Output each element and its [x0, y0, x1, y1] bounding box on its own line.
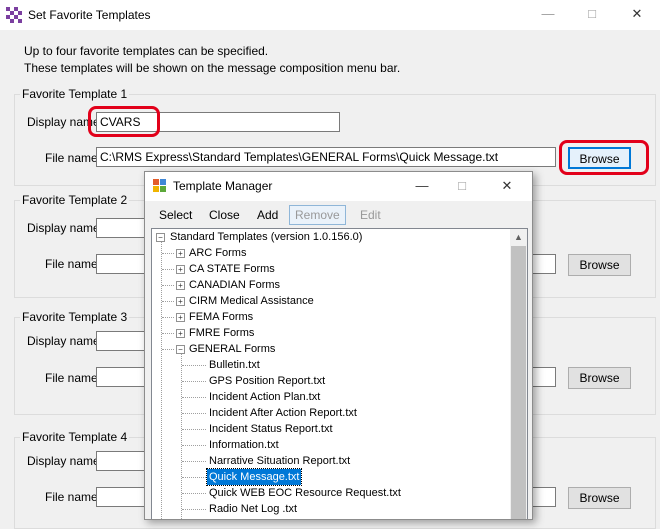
maximize-icon[interactable]: □	[577, 4, 607, 24]
display-name-label: Display name:	[27, 221, 104, 235]
tree-file[interactable]: Information.txt	[209, 437, 279, 453]
tm-close-icon[interactable]: ✕	[492, 176, 522, 196]
file-name-label: File name:	[45, 151, 102, 165]
browse-button-4[interactable]: Browse	[568, 487, 631, 509]
intro-text-1: Up to four favorite templates can be spe…	[24, 44, 269, 58]
tree-guide	[162, 269, 174, 270]
group-title-3: Favorite Template 3	[20, 310, 130, 324]
tree-folder[interactable]: CIRM Medical Assistance	[189, 293, 314, 309]
template-manager-icon	[153, 179, 167, 193]
file-name-field-1[interactable]: C:\RMS Express\Standard Templates\GENERA…	[96, 147, 556, 167]
tree-folder[interactable]: CANADIAN Forms	[189, 277, 280, 293]
menu-close[interactable]: Close	[204, 206, 245, 224]
tree-file[interactable]: Radio Net Log .txt	[209, 501, 297, 517]
scroll-up-icon[interactable]: ▲	[510, 229, 527, 246]
group-title-2: Favorite Template 2	[20, 193, 130, 207]
tree-guide	[161, 239, 162, 519]
tree-guide	[182, 381, 206, 382]
tree-folder[interactable]: FMRE Forms	[189, 325, 254, 341]
tree-file[interactable]: Narrative Situation Report.txt	[209, 453, 350, 469]
group-title-4: Favorite Template 4	[20, 430, 130, 444]
close-icon[interactable]: ✕	[622, 4, 652, 24]
tree-guide	[162, 317, 174, 318]
expand-icon[interactable]: +	[176, 281, 185, 290]
display-name-label: Display name:	[27, 334, 104, 348]
template-manager-window: Template Manager — □ ✕ Select Close Add …	[144, 171, 533, 520]
expand-icon[interactable]: +	[176, 265, 185, 274]
expand-icon[interactable]: +	[176, 297, 185, 306]
tree-file[interactable]: GPS Position Report.txt	[209, 373, 325, 389]
tree-guide	[162, 285, 174, 286]
tree-file[interactable]: Incident Action Plan.txt	[209, 389, 320, 405]
window-title: Set Favorite Templates	[28, 8, 151, 22]
tree-guide	[162, 333, 174, 334]
app-icon	[6, 7, 22, 23]
tree-root[interactable]: Standard Templates (version 1.0.156.0)	[170, 229, 362, 245]
tree-folder[interactable]: ARC Forms	[189, 245, 246, 261]
tree-guide	[182, 477, 206, 478]
intro-text-2: These templates will be shown on the mes…	[24, 61, 401, 75]
tree-guide	[162, 349, 174, 350]
tree-file-selected[interactable]: Quick Message.txt	[205, 468, 303, 486]
menu-select[interactable]: Select	[154, 206, 197, 224]
template-manager-titlebar: Template Manager — □ ✕	[145, 172, 532, 201]
tree-folder[interactable]: CA STATE Forms	[189, 261, 275, 277]
menu-edit[interactable]: Edit	[355, 206, 386, 224]
tree-guide	[182, 461, 206, 462]
menu-add[interactable]: Add	[252, 206, 283, 224]
tree-guide	[162, 253, 174, 254]
expand-icon[interactable]: +	[176, 313, 185, 322]
highlight-browse	[559, 140, 649, 175]
template-tree[interactable]: − Standard Templates (version 1.0.156.0)…	[151, 228, 528, 519]
collapse-icon[interactable]: −	[176, 345, 185, 354]
minimize-icon[interactable]: —	[533, 4, 563, 24]
expand-icon[interactable]: +	[176, 329, 185, 338]
tree-guide	[182, 445, 206, 446]
tree-guide	[182, 429, 206, 430]
tree-guide	[181, 351, 182, 519]
tm-minimize-icon[interactable]: —	[407, 176, 437, 196]
collapse-icon[interactable]: −	[156, 233, 165, 242]
tree-guide	[162, 301, 174, 302]
tm-maximize-icon[interactable]: □	[447, 176, 477, 196]
browse-button-2[interactable]: Browse	[568, 254, 631, 276]
tree-guide	[182, 493, 206, 494]
browse-button-3[interactable]: Browse	[568, 367, 631, 389]
group-title-1: Favorite Template 1	[20, 87, 130, 101]
file-name-label: File name:	[45, 257, 102, 271]
tree-file[interactable]: Incident After Action Report.txt	[209, 405, 357, 421]
file-name-label: File name:	[45, 371, 102, 385]
tree-file[interactable]: Incident Status Report.txt	[209, 421, 333, 437]
tree-guide	[182, 509, 206, 510]
tree-folder-general[interactable]: GENERAL Forms	[189, 341, 275, 357]
template-manager-title: Template Manager	[173, 179, 273, 193]
menu-remove[interactable]: Remove	[289, 205, 346, 225]
tree-file[interactable]: Quick WEB EOC Resource Request.txt	[209, 485, 401, 501]
tree-guide	[182, 413, 206, 414]
tree-guide	[182, 397, 206, 398]
tree-scrollbar[interactable]: ▲	[510, 229, 527, 519]
display-name-label: Display name:	[27, 454, 104, 468]
tree-guide	[182, 365, 206, 366]
tree-folder[interactable]: FEMA Forms	[189, 309, 253, 325]
file-name-label: File name:	[45, 490, 102, 504]
tree-file[interactable]: Bulletin.txt	[209, 357, 260, 373]
scroll-thumb[interactable]	[511, 246, 526, 519]
expand-icon[interactable]: +	[176, 249, 185, 258]
highlight-display-name	[88, 106, 160, 137]
main-titlebar: Set Favorite Templates — □ ✕	[0, 0, 660, 30]
